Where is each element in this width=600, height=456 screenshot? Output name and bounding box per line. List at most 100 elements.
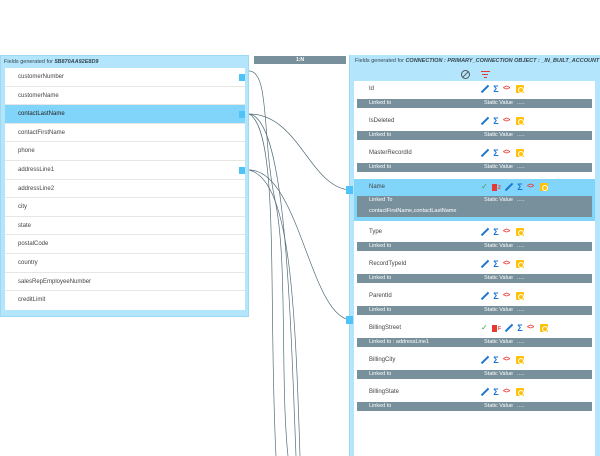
target-field-card[interactable]: RecordTypeId Σ <> Linked to Static Value … [354,256,595,287]
sigma-icon[interactable]: Σ [492,292,500,301]
field-actions: Σ <> [481,356,527,365]
pencil-icon[interactable] [481,149,489,157]
target-connector-handle[interactable] [346,186,353,194]
trash-icon[interactable]: 2 [492,183,502,191]
pencil-icon[interactable] [481,228,489,236]
source-field-row[interactable]: customerName [5,87,245,106]
copy-icon[interactable] [516,85,524,93]
sigma-icon[interactable]: Σ [492,85,500,94]
copy-icon[interactable] [516,228,524,236]
pencil-icon[interactable] [481,356,489,364]
source-field-row[interactable]: customerNumber [5,68,245,87]
check-icon[interactable]: ✓ [481,183,489,191]
trash-icon[interactable]: F [492,324,502,332]
linked-to-label: Linked to [369,164,392,170]
target-field-name: BillingState [369,389,400,395]
pencil-icon[interactable] [481,388,489,396]
link-bar: Linked to Static Value ..... [357,370,592,379]
code-icon[interactable]: <> [503,149,513,157]
source-field-row[interactable]: contactFirstName [5,124,245,143]
source-field-row[interactable]: addressLine2 [5,180,245,199]
connector-handle[interactable] [239,74,245,81]
target-field-card[interactable]: MasterRecordId Σ <> Linked to Static Valu… [354,145,595,176]
copy-icon[interactable] [540,324,548,332]
field-actions: ✓ F Σ <> [481,324,551,333]
linked-to-label: Linked to [369,371,392,377]
target-field-card[interactable]: BillingState Σ <> Linked to Static Value … [354,384,595,415]
pencil-icon[interactable] [481,260,489,268]
connector-handle[interactable] [239,167,245,174]
source-field-row[interactable]: addressLine1 [5,161,245,180]
source-field-row[interactable]: city [5,198,245,217]
source-field-list: customerNumber customerName contactLastN… [5,68,245,310]
source-field-label: creditLimit [18,297,46,304]
copy-icon[interactable] [516,149,524,157]
static-value-input[interactable]: ..... [517,163,525,172]
sigma-icon[interactable]: Σ [492,117,500,126]
source-panel-title: Fields generated for 5B870AA92E8D9 [1,56,248,68]
static-value-input[interactable]: ..... [517,196,525,205]
static-value-input[interactable]: ..... [517,131,525,140]
source-field-row[interactable]: creditLimit [5,291,245,310]
code-icon[interactable]: <> [503,356,513,364]
code-icon[interactable]: <> [503,260,513,268]
target-field-card[interactable]: Id Σ <> Linked to Static Value ..... [354,81,595,112]
copy-icon[interactable] [516,260,524,268]
source-field-row[interactable]: country [5,254,245,273]
source-field-row-selected[interactable]: contactLastName [5,105,245,124]
target-connector-handle[interactable] [346,316,353,324]
static-value-input[interactable]: ..... [517,274,525,283]
target-field-card[interactable]: Type Σ <> Linked to Static Value ..... [354,224,595,255]
source-field-row[interactable]: state [5,217,245,236]
connector-line [248,113,353,191]
relation-type-bar[interactable]: 1:N [254,56,346,64]
pencil-icon[interactable] [505,324,513,332]
static-value-input[interactable]: ..... [517,402,525,411]
target-title-object: CONNECTION : PRIMARY_CONNECTION OBJECT :… [405,58,600,64]
code-icon[interactable]: <> [527,183,537,191]
static-value-input[interactable]: ..... [517,306,525,315]
target-field-card[interactable]: IsDeleted Σ <> Linked to Static Value ...… [354,113,595,144]
sigma-icon[interactable]: Σ [492,228,500,237]
source-field-row[interactable]: postalCode [5,235,245,254]
copy-icon[interactable] [516,388,524,396]
copy-icon[interactable] [516,292,524,300]
check-icon[interactable]: ✓ [481,324,489,332]
sigma-icon[interactable]: Σ [492,260,500,269]
code-icon[interactable]: <> [503,117,513,125]
static-value-input[interactable]: ..... [517,99,525,108]
code-icon[interactable]: <> [503,228,513,236]
connector-handle[interactable] [239,111,245,119]
pencil-icon[interactable] [481,292,489,300]
copy-icon[interactable] [516,356,524,364]
code-icon[interactable]: <> [503,292,513,300]
copy-icon[interactable] [540,183,548,191]
target-field-card[interactable]: BillingStreet ✓ F Σ <> Linked to : addressL… [354,320,595,351]
target-field-card[interactable]: BillingCity Σ <> Linked to Static Value .… [354,352,595,383]
static-value-input[interactable]: ..... [517,338,525,347]
pencil-icon[interactable] [481,85,489,93]
static-value-input[interactable]: ..... [517,242,525,251]
target-field-card-selected[interactable]: Name ✓ 2 Σ <> Linked To Static Value ..... … [354,179,595,221]
sigma-icon[interactable]: Σ [492,356,500,365]
source-field-row[interactable]: phone [5,142,245,161]
code-icon[interactable]: <> [503,388,513,396]
sigma-icon[interactable]: Σ [492,149,500,158]
sigma-icon[interactable]: Σ [516,324,524,333]
target-field-card[interactable]: ParentId Σ <> Linked to Static Value ....… [354,288,595,319]
copy-icon[interactable] [516,117,524,125]
code-icon[interactable]: <> [503,85,513,93]
source-field-label: customerNumber [18,74,65,80]
filter-icon[interactable] [480,70,490,79]
pencil-icon[interactable] [505,183,513,191]
static-value-input[interactable]: ..... [517,370,525,379]
ban-icon[interactable] [461,70,471,80]
linked-to-label: Linked to : addressLine1 [369,339,429,345]
code-icon[interactable]: <> [527,324,537,332]
pencil-icon[interactable] [481,117,489,125]
sigma-icon[interactable]: Σ [516,183,524,192]
source-field-row[interactable]: salesRepEmployeeNumber [5,273,245,292]
linked-to-label: Linked to [369,275,392,281]
sigma-icon[interactable]: Σ [492,388,500,397]
source-field-label: customerName [18,92,59,99]
